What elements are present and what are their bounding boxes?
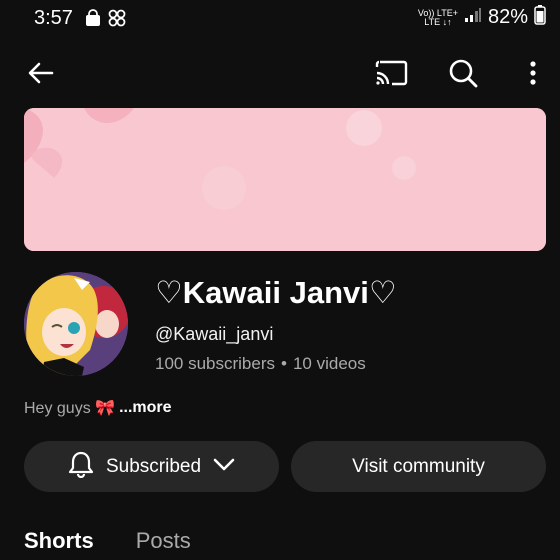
visit-community-label: Visit community <box>352 455 485 477</box>
video-count: 10 videos <box>292 354 366 373</box>
network-indicator: Vo)) LTE+ LTE ↓↑ <box>418 8 458 27</box>
tab-posts[interactable]: Posts <box>136 528 191 554</box>
channel-name: ♡Kawaii Janvi♡ <box>155 275 397 310</box>
back-arrow-icon[interactable] <box>18 50 64 96</box>
tab-shorts[interactable]: Shorts <box>24 528 94 554</box>
channel-description[interactable]: Hey guys 🎀 ...more <box>24 398 172 418</box>
more-vert-icon[interactable] <box>510 50 556 96</box>
channel-avatar[interactable] <box>24 272 128 376</box>
subscribed-label: Subscribed <box>105 455 202 477</box>
channel-banner <box>24 108 546 251</box>
cast-icon[interactable] <box>368 50 414 96</box>
shopping-bag-icon <box>84 9 102 32</box>
more-link[interactable]: ...more <box>119 399 171 417</box>
chevron-down-icon <box>213 456 235 478</box>
description-text: Hey guys 🎀 <box>24 400 116 417</box>
visit-community-button[interactable]: Visit community <box>291 441 546 492</box>
pinwheel-icon <box>108 9 126 32</box>
battery-percent: 82% <box>487 6 528 28</box>
banner-sakura-art <box>24 108 546 251</box>
channel-tabs: Shorts Posts <box>24 528 191 554</box>
battery-icon <box>534 5 546 30</box>
stats-separator: • <box>281 354 287 373</box>
subscriber-count: 100 subscribers <box>155 354 276 373</box>
status-right-group: Vo)) LTE+ LTE ↓↑ 82% <box>418 5 546 30</box>
search-icon[interactable] <box>440 50 486 96</box>
top-app-bar <box>0 50 560 96</box>
channel-stats: 100 subscribers • 10 videos <box>155 354 366 374</box>
status-notification-icons <box>84 9 126 32</box>
network-label-bottom: LTE ↓↑ <box>424 16 452 27</box>
signal-icon <box>464 7 482 28</box>
status-bar: 3:57 Vo)) LTE+ LTE ↓↑ 82% <box>0 0 560 38</box>
status-time: 3:57 <box>34 7 73 29</box>
avatar-anime-art <box>24 272 128 376</box>
channel-handle: @Kawaii_janvi <box>155 324 274 344</box>
bell-icon <box>68 450 94 484</box>
subscribed-button[interactable]: Subscribed <box>24 441 279 492</box>
